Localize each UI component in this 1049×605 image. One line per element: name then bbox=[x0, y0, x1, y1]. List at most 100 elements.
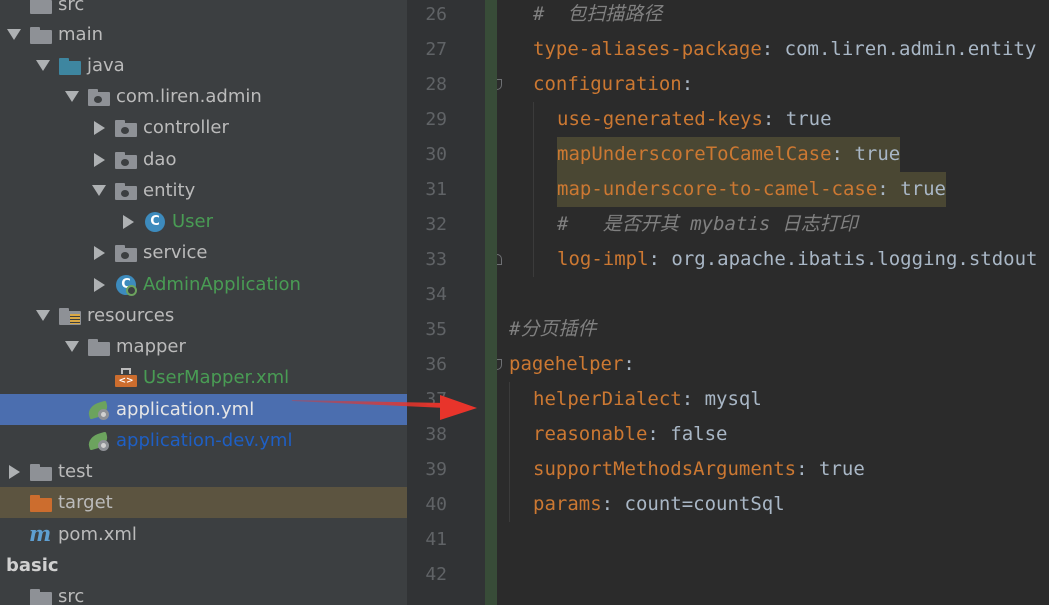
line-number: 37 bbox=[425, 389, 447, 410]
code-line[interactable]: # 是否开其 mybatis 日志打印 bbox=[497, 207, 1049, 242]
tree-item-basic[interactable]: basic bbox=[0, 550, 407, 581]
tree-item-label: resources bbox=[87, 305, 175, 326]
fold-collapse-icon[interactable] bbox=[497, 79, 502, 90]
tree-item-java[interactable]: java bbox=[0, 50, 407, 81]
code-line[interactable]: pagehelper: bbox=[497, 347, 1049, 382]
line-number: 31 bbox=[425, 179, 447, 200]
tree-item-dao[interactable]: dao bbox=[0, 144, 407, 175]
tree-item-adminapplication[interactable]: C AdminApplication bbox=[0, 269, 407, 300]
line-number: 41 bbox=[425, 529, 447, 550]
yaml-value: false bbox=[670, 423, 728, 445]
tree-item-resources[interactable]: resources bbox=[0, 300, 407, 331]
code-line-text: params: count=countSql bbox=[533, 487, 785, 522]
line-number: 26 bbox=[425, 4, 447, 25]
yaml-separator: : bbox=[762, 108, 786, 130]
tree-item-label: UserMapper.xml bbox=[143, 367, 290, 388]
tree-item-service[interactable]: service bbox=[0, 237, 407, 268]
folder-icon bbox=[29, 25, 53, 45]
tree-item-mapper[interactable]: mapper bbox=[0, 331, 407, 362]
yaml-separator: : bbox=[761, 38, 785, 60]
code-line-text: #分页插件 bbox=[509, 312, 596, 347]
yaml-key: type-aliases-package bbox=[533, 38, 762, 60]
chevron-right-icon[interactable] bbox=[120, 214, 136, 230]
code-line[interactable]: mapUnderscoreToCamelCase: true bbox=[497, 137, 1049, 172]
code-line[interactable]: #分页插件 bbox=[497, 312, 1049, 347]
spring-config-icon bbox=[86, 400, 111, 420]
code-line[interactable]: reasonable: false bbox=[497, 417, 1049, 452]
code-line-text: helperDialect: mysql bbox=[533, 382, 762, 417]
code-line[interactable]: log-impl: org.apache.ibatis.logging.stdo… bbox=[497, 242, 1049, 277]
tree-item-test[interactable]: test bbox=[0, 456, 407, 487]
tree-item-main[interactable]: main bbox=[0, 19, 407, 50]
tree-item-label: main bbox=[58, 24, 103, 45]
tree-item-controller[interactable]: controller bbox=[0, 112, 407, 143]
folder-icon bbox=[29, 462, 53, 482]
tree-item-application-dev-yml[interactable]: application-dev.yml bbox=[0, 425, 407, 456]
chevron-down-icon[interactable] bbox=[35, 308, 51, 324]
tree-item-pom-xml[interactable]: m pom.xml bbox=[0, 519, 407, 550]
code-line-text: mapUnderscoreToCamelCase: true bbox=[557, 137, 901, 172]
yaml-separator: : bbox=[681, 73, 694, 95]
code-line[interactable]: configuration: bbox=[497, 67, 1049, 102]
line-number: 33 bbox=[425, 249, 447, 270]
code-line-text: type-aliases-package: com.liren.admin.en… bbox=[533, 32, 1036, 67]
yaml-comment: # 是否开其 mybatis 日志打印 bbox=[557, 213, 858, 235]
tree-item-entity[interactable]: entity bbox=[0, 175, 407, 206]
code-line[interactable]: # 包扫描路径 bbox=[497, 0, 1049, 32]
tree-item-label: src bbox=[58, 0, 85, 15]
code-line[interactable]: supportMethodsArguments: true bbox=[497, 452, 1049, 487]
tree-item-src[interactable]: src bbox=[0, 581, 407, 605]
tree-item-target[interactable]: target bbox=[0, 487, 407, 518]
ide-window: src main java com.liren.admin controller dao e… bbox=[0, 0, 1049, 605]
chevron-down-icon[interactable] bbox=[64, 89, 80, 105]
chevron-down-icon[interactable] bbox=[91, 183, 107, 199]
code-line[interactable] bbox=[497, 277, 1049, 312]
code-line[interactable] bbox=[497, 522, 1049, 557]
code-line-text: pagehelper: bbox=[509, 347, 635, 382]
tree-item-label: java bbox=[87, 55, 125, 76]
code-line[interactable]: params: count=countSql bbox=[497, 487, 1049, 522]
tree-item-user[interactable]: C User bbox=[0, 206, 407, 237]
package-icon bbox=[87, 87, 111, 107]
code-line-text: supportMethodsArguments: true bbox=[533, 452, 865, 487]
code-line[interactable]: map-underscore-to-camel-case: true bbox=[497, 172, 1049, 207]
chevron-right-icon[interactable] bbox=[91, 245, 107, 261]
yaml-key: helperDialect bbox=[533, 388, 682, 410]
chevron-down-icon[interactable] bbox=[6, 27, 22, 43]
fold-end-icon[interactable] bbox=[497, 254, 502, 265]
chevron-down-icon[interactable] bbox=[35, 58, 51, 74]
package-icon bbox=[114, 181, 138, 201]
tree-item-com-liren-admin[interactable]: com.liren.admin bbox=[0, 81, 407, 112]
folder-icon bbox=[29, 493, 53, 513]
fold-collapse-icon[interactable] bbox=[497, 359, 502, 370]
yaml-value: com.liren.admin.entity bbox=[784, 38, 1037, 60]
line-number: 35 bbox=[425, 319, 447, 340]
yaml-key: supportMethodsArguments bbox=[533, 458, 797, 480]
chevron-right-icon[interactable] bbox=[6, 464, 22, 480]
folder-icon bbox=[58, 56, 82, 76]
yaml-comment: # 包扫描路径 bbox=[533, 3, 663, 25]
code-line[interactable]: type-aliases-package: com.liren.admin.en… bbox=[497, 32, 1049, 67]
chevron-right-icon[interactable] bbox=[91, 152, 107, 168]
package-icon bbox=[114, 118, 138, 138]
code-editor[interactable]: # 包扫描路径 type-aliases-package: com.liren.a… bbox=[497, 0, 1049, 605]
chevron-down-icon[interactable] bbox=[64, 339, 80, 355]
yaml-key: log-impl bbox=[557, 248, 649, 270]
line-number: 42 bbox=[425, 564, 447, 585]
line-number: 38 bbox=[425, 424, 447, 445]
tree-item-label: application.yml bbox=[116, 399, 255, 420]
code-line[interactable] bbox=[497, 557, 1049, 592]
project-tree: src main java com.liren.admin controller dao e… bbox=[0, 0, 407, 605]
tree-item-application-yml[interactable]: application.yml bbox=[0, 394, 407, 425]
code-line[interactable]: use-generated-keys: true bbox=[497, 102, 1049, 137]
tree-item-label: mapper bbox=[116, 336, 186, 357]
yaml-key: use-generated-keys bbox=[557, 108, 763, 130]
chevron-right-icon[interactable] bbox=[91, 277, 107, 293]
tree-item-src[interactable]: src bbox=[0, 0, 407, 20]
tree-item-usermapper-xml[interactable]: <> UserMapper.xml bbox=[0, 362, 407, 393]
chevron-right-icon[interactable] bbox=[91, 120, 107, 136]
tree-item-label: pom.xml bbox=[58, 524, 137, 545]
line-number: 34 bbox=[425, 284, 447, 305]
code-line[interactable]: helperDialect: mysql bbox=[497, 382, 1049, 417]
yaml-separator: : bbox=[877, 178, 901, 200]
